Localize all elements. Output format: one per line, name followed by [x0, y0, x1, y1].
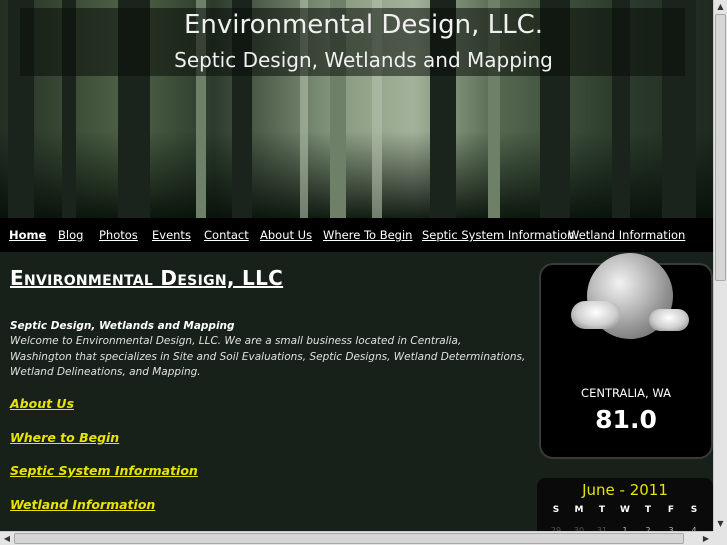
calendar-weekday: W — [620, 505, 630, 515]
page-title[interactable]: Environmental Design, LLC — [10, 266, 283, 290]
scroll-up-arrow-icon[interactable]: ▲ — [714, 0, 727, 14]
calendar-weekday: S — [690, 505, 698, 515]
tagline: Septic Design, Wetlands and Mapping — [10, 320, 235, 332]
calendar-weekday: T — [644, 505, 652, 515]
calendar-weekday: S — [552, 505, 560, 515]
scroll-right-arrow-icon[interactable]: ▶ — [699, 532, 713, 545]
calendar-weekday: T — [598, 505, 606, 515]
calendar-weekday: F — [667, 505, 675, 515]
nav-contact[interactable]: Contact — [204, 228, 249, 242]
cloud-icon — [649, 309, 689, 331]
cloud-icon — [571, 301, 621, 329]
horizontal-scrollbar[interactable]: ◀ ▶ — [0, 531, 713, 545]
nav-blog[interactable]: Blog — [58, 228, 83, 242]
vertical-scrollbar[interactable]: ▲ ▼ — [713, 0, 727, 531]
calendar-weekday: M — [574, 505, 584, 515]
weather-location: CENTRALIA, WA — [581, 386, 671, 400]
nav-wetland-information[interactable]: Wetland Information — [568, 228, 685, 242]
scroll-down-arrow-icon[interactable]: ▼ — [714, 517, 727, 531]
nav-about-us[interactable]: About Us — [260, 228, 312, 242]
calendar-widget: June - 2011 S M T W T F S 29 30 31 1 2 3… — [537, 478, 713, 531]
site-title: Environmental Design, LLC. — [183, 10, 544, 40]
nav-where-to-begin[interactable]: Where To Begin — [323, 228, 412, 242]
nav-photos[interactable]: Photos — [99, 228, 138, 242]
link-septic-system-information[interactable]: Septic System Information — [10, 463, 198, 478]
horizontal-scroll-thumb[interactable] — [14, 533, 684, 544]
weather-widget[interactable]: CENTRALIA, WA 81.0 — [539, 253, 713, 459]
calendar-month-title[interactable]: June - 2011 — [537, 481, 713, 499]
nav-home[interactable]: Home — [9, 228, 46, 242]
scrollbar-corner — [713, 531, 727, 545]
scroll-left-arrow-icon[interactable]: ◀ — [0, 532, 14, 545]
intro-paragraph: Welcome to Environmental Design, LLC. We… — [10, 335, 526, 378]
weather-temperature: 81.0 — [595, 405, 657, 434]
header-banner: Environmental Design, LLC. Septic Design… — [0, 0, 713, 218]
page: Environmental Design, LLC. Septic Design… — [0, 0, 713, 531]
link-about-us[interactable]: About Us — [10, 396, 74, 411]
vertical-scroll-thumb[interactable] — [715, 14, 726, 281]
nav-events[interactable]: Events — [152, 228, 191, 242]
link-wetland-information[interactable]: Wetland Information — [10, 497, 155, 512]
main-nav: Home Blog Photos Events Contact About Us… — [0, 218, 713, 252]
nav-septic-system-information[interactable]: Septic System Information — [422, 228, 574, 242]
site-subtitle: Septic Design, Wetlands and Mapping — [174, 48, 553, 72]
link-where-to-begin[interactable]: Where to Begin — [10, 430, 119, 445]
